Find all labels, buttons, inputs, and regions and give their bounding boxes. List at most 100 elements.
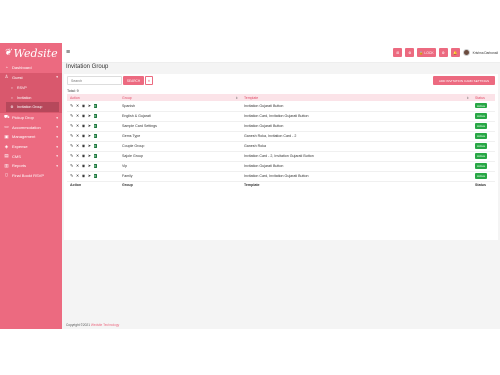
edit-icon[interactable]: ✎ — [70, 174, 73, 178]
delete-icon[interactable]: ✕ — [76, 103, 79, 108]
file-icon: ▤ — [4, 153, 9, 159]
row-actions: ✎ ✕ ◉ ➤ X — [67, 161, 119, 172]
status-badge[interactable]: Active — [475, 143, 488, 149]
user-name[interactable]: Krishna Darbonali — [473, 51, 498, 55]
brand-logo[interactable]: ❦ Wedsite — [0, 43, 62, 63]
edit-icon[interactable]: ✎ — [70, 103, 73, 108]
sidebar-item-label: Expense — [12, 144, 28, 150]
column-header-status[interactable]: Status — [472, 94, 495, 101]
sidebar-item-expense[interactable]: ◈ Expense ▾ — [0, 142, 62, 152]
cell-template: Invitation Gujarati Button — [241, 121, 472, 132]
footer-group: Group — [122, 183, 133, 188]
search-input[interactable] — [67, 76, 122, 85]
sidebar-item-accommodation[interactable]: ▭ Accommodation ▾ — [0, 123, 62, 133]
sidebar-item-label: Management — [12, 134, 36, 140]
user-icon: ♙ — [4, 74, 9, 80]
delete-icon[interactable]: ✕ — [76, 144, 79, 148]
grid-button[interactable]: ⊞ — [393, 48, 403, 57]
view-icon[interactable]: ◉ — [82, 114, 86, 118]
chevron-down-icon: ▾ — [56, 125, 58, 130]
view-icon[interactable]: ◉ — [82, 144, 86, 148]
footer-template: Template — [244, 183, 260, 188]
send-icon[interactable]: ➤ — [88, 124, 91, 128]
chevron-down-icon: ▾ — [56, 134, 58, 139]
column-header-template[interactable]: Template ⇕ — [241, 94, 472, 101]
status-badge[interactable]: Active — [475, 133, 488, 139]
delete-icon[interactable]: ✕ — [76, 174, 79, 178]
status-badge[interactable]: Active — [475, 173, 488, 179]
sidebar-item-label: Invitation Group — [17, 105, 43, 110]
footer-brand-link[interactable]: Wedsite Technology — [91, 323, 119, 327]
view-icon[interactable]: ◉ — [82, 164, 86, 168]
excel-icon[interactable]: X — [93, 144, 97, 148]
view-icon[interactable]: ◉ — [82, 174, 86, 178]
topbar: ≡ ⊞ ⚙ 🔒 LOCK ⚙ 🔔 Krishna Darbonali — [62, 43, 500, 63]
view-icon[interactable]: ◉ — [82, 154, 86, 158]
status-badge[interactable]: Active — [475, 123, 488, 129]
status-badge[interactable]: Active — [475, 153, 488, 159]
sidebar-item-reports[interactable]: ▥ Reports ▾ — [0, 161, 62, 171]
guest-submenu: ▪ RSVP ▪ Invitation ⚙ Invitation Group — [0, 82, 62, 113]
sidebar-item-guest[interactable]: ♙ Guest ▾ — [0, 72, 62, 83]
add-invitation-card-settings-button[interactable]: ADD INVITATION CARD SETTINGS — [433, 76, 495, 85]
column-header-action[interactable]: Action — [67, 94, 119, 101]
send-icon[interactable]: ➤ — [88, 174, 91, 178]
table-row: ✎ ✕ ◉ ➤ X Family Invitation Card, Invitation G… — [67, 171, 495, 182]
settings-button[interactable]: ⚙ — [405, 48, 415, 57]
notification-bell-icon[interactable]: 🔔 — [450, 48, 460, 57]
gear-button[interactable]: ⚙ — [438, 48, 448, 57]
search-button[interactable]: SEARCH — [123, 76, 144, 85]
swan-logo-icon: ❦ — [4, 48, 12, 58]
delete-icon[interactable]: ✕ — [76, 124, 79, 128]
send-icon[interactable]: ➤ — [88, 134, 91, 138]
excel-icon[interactable]: X — [93, 103, 97, 108]
chevron-down-icon: ▾ — [56, 144, 58, 149]
view-icon[interactable]: ◉ — [82, 124, 86, 128]
sidebar-item-invitation[interactable]: ▪ Invitation — [6, 93, 59, 103]
view-icon[interactable]: ◉ — [82, 103, 86, 108]
status-badge[interactable]: Active — [475, 103, 488, 109]
sidebar-item-label: RSVP — [17, 85, 27, 90]
status-badge[interactable]: Active — [475, 163, 488, 169]
edit-icon[interactable]: ✎ — [70, 114, 73, 118]
cell-status: Active — [472, 111, 495, 122]
delete-icon[interactable]: ✕ — [76, 154, 79, 158]
cell-group: Family — [119, 171, 241, 182]
edit-icon[interactable]: ✎ — [70, 164, 73, 168]
edit-icon[interactable]: ✎ — [70, 144, 73, 148]
send-icon[interactable]: ➤ — [88, 114, 91, 118]
send-icon[interactable]: ➤ — [88, 103, 91, 108]
excel-icon[interactable]: X — [93, 164, 97, 168]
sidebar-item-invitation-group[interactable]: ⚙ Invitation Group — [6, 102, 59, 112]
sidebar-item-dashboard[interactable]: ◔ Dashboard — [0, 63, 62, 73]
delete-icon[interactable]: ✕ — [76, 134, 79, 138]
clear-search-button[interactable]: ✕ — [145, 76, 153, 85]
sidebar-item-management[interactable]: ▣ Management ▾ — [0, 132, 62, 142]
sidebar-item-final-rsvp[interactable]: ▯ Final Bookt RSVP — [0, 171, 62, 181]
edit-icon[interactable]: ✎ — [70, 124, 73, 128]
delete-icon[interactable]: ✕ — [76, 114, 79, 118]
view-icon[interactable]: ◉ — [82, 134, 86, 138]
send-icon[interactable]: ➤ — [88, 164, 91, 168]
send-icon[interactable]: ➤ — [88, 144, 91, 148]
hamburger-menu-icon[interactable]: ≡ — [66, 49, 70, 56]
lock-button[interactable]: 🔒 LOCK — [417, 48, 436, 57]
delete-icon[interactable]: ✕ — [76, 164, 79, 168]
sidebar-item-rsvp[interactable]: ▪ RSVP — [6, 83, 59, 93]
send-icon[interactable]: ➤ — [88, 154, 91, 158]
excel-icon[interactable]: X — [93, 124, 97, 128]
sort-icon[interactable]: ⇕ — [466, 96, 469, 100]
sidebar-item-pickup-drop[interactable]: ⛟ Pickup Drop ▾ — [0, 113, 62, 123]
briefcase-icon: ▣ — [4, 133, 9, 139]
avatar[interactable] — [462, 49, 470, 56]
excel-icon[interactable]: X — [93, 174, 97, 178]
status-badge[interactable]: Active — [475, 113, 488, 119]
edit-icon[interactable]: ✎ — [70, 154, 73, 158]
excel-icon[interactable]: X — [93, 114, 97, 118]
column-header-group[interactable]: Group ⇕ — [119, 94, 241, 101]
sidebar-item-cms[interactable]: ▤ CMS ▾ — [0, 151, 62, 161]
edit-icon[interactable]: ✎ — [70, 134, 73, 138]
excel-icon[interactable]: X — [93, 134, 97, 138]
excel-icon[interactable]: X — [93, 154, 97, 158]
sort-icon[interactable]: ⇕ — [235, 96, 238, 100]
